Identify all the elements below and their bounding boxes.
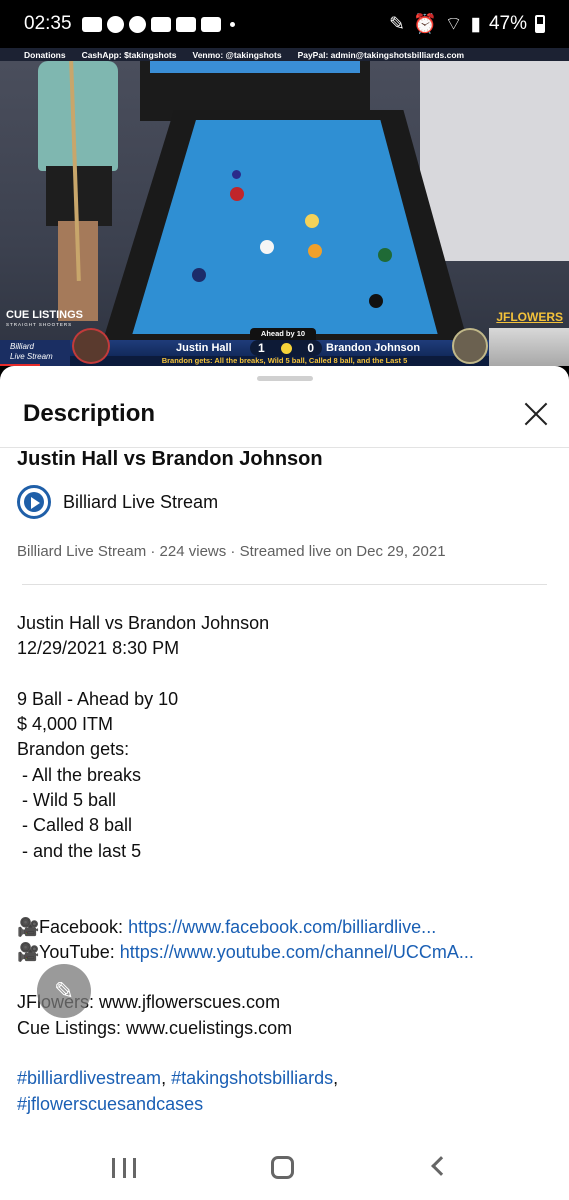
channel-avatar[interactable] (17, 485, 51, 519)
video-player[interactable]: Donations CashApp: $takingshots Venmo: @… (0, 48, 569, 366)
billiard-live-stream-logo: Billiard Live Stream (0, 340, 70, 366)
youtube-link[interactable]: https://www.youtube.com/channel/UCCmA... (120, 942, 474, 962)
taking-shots-logo (489, 328, 569, 366)
navigation-bar (0, 1134, 569, 1200)
divider (22, 584, 547, 585)
video-wall (420, 61, 569, 261)
scoreboard: Ahead by 10 Justin Hall 1 0 Brandon John… (0, 328, 569, 366)
jflowers-logo: JFLOWERS (496, 310, 563, 324)
pool-ball (230, 187, 244, 201)
pool-ball (308, 244, 322, 258)
player-left-name: Justin Hall (176, 342, 232, 354)
pool-ball (369, 294, 383, 308)
background-table-felt (150, 61, 360, 73)
edit-floating-button[interactable]: ✎ (37, 964, 91, 1018)
alarm-icon: ⏰ (412, 14, 437, 35)
drag-handle[interactable] (257, 376, 313, 381)
player-right-name: Brandon Johnson (326, 342, 421, 354)
youtube-icon (81, 16, 102, 32)
system-status: ✎ ⏰ ⌔ ▮ 47% (389, 12, 545, 36)
description-text: Justin Hall vs Brandon Johnson 12/29/202… (17, 611, 557, 1117)
cue-ball (260, 240, 274, 254)
score-left: 1 (257, 341, 265, 355)
wifi-icon: ⌔ (444, 14, 463, 35)
pool-ball (378, 248, 392, 262)
nine-ball-icon (280, 342, 292, 354)
score-right: 0 (307, 341, 315, 355)
back-button[interactable] (431, 1156, 451, 1176)
hashtag-link[interactable]: #takingshotsbilliards (171, 1068, 333, 1088)
channel-row[interactable]: Billiard Live Stream (17, 484, 218, 520)
pencil-icon: ✎ (53, 977, 75, 1005)
video-camera-icon: 🎥 (17, 941, 40, 962)
notification-icons (81, 15, 235, 33)
dot-icon (229, 21, 235, 27)
video-meta: Billiard Live Stream · 224 views · Strea… (17, 543, 446, 560)
home-button[interactable] (271, 1156, 294, 1179)
hashtag-link[interactable]: #jflowerscuesandcases (17, 1094, 203, 1114)
close-button[interactable] (518, 396, 554, 432)
video-camera-icon: 🎥 (17, 916, 40, 937)
video-title: Justin Hall vs Brandon Johnson (17, 448, 323, 470)
youtube-row: 🎥YouTube: https://www.youtube.com/channe… (17, 940, 557, 965)
sheet-header: Description (0, 386, 569, 448)
facebook-link[interactable]: https://www.facebook.com/billiardlive... (128, 917, 436, 937)
facebook-icon (128, 15, 146, 33)
hashtags-row: #billiardlivestream, #takingshotsbilliar… (17, 1068, 339, 1089)
player-figure (18, 60, 128, 331)
hashtags-row: #jflowerscuesandcases (17, 1092, 557, 1117)
jflowers-line: JFlowers: www.jflowerscues.com (17, 992, 281, 1013)
pool-ball (305, 214, 319, 228)
pencil-icon: ✎ (389, 13, 405, 35)
youtube-icon (150, 16, 171, 32)
pool-ball (192, 268, 206, 282)
battery-percent: 47% (488, 13, 527, 34)
cue-listings-line: Cue Listings: www.cuelistings.com (17, 1017, 293, 1038)
score-box: 1 0 (250, 340, 322, 356)
scoreboard-header: Ahead by 10 (250, 328, 316, 340)
signal-icon: ▮ (470, 13, 481, 35)
status-time: 02:35 (24, 13, 72, 34)
youtube-icon (200, 16, 221, 32)
player-right-avatar (452, 328, 488, 364)
donation-banner: Donations CashApp: $takingshots Venmo: @… (0, 48, 569, 61)
pool-ball (232, 170, 241, 179)
status-bar: 02:35 ✎ ⏰ ⌔ ▮ 47% (0, 0, 569, 48)
cue-listings-logo: CUE LISTINGS STRAIGHT SHOOTERS (6, 309, 84, 327)
recent-apps-button[interactable] (112, 1158, 136, 1178)
player-left-avatar (72, 328, 110, 364)
facebook-icon (106, 15, 124, 33)
facebook-row: 🎥Facebook: https://www.facebook.com/bill… (17, 915, 557, 940)
sheet-title: Description (23, 400, 156, 427)
youtube-icon (175, 16, 196, 32)
channel-name[interactable]: Billiard Live Stream (63, 492, 218, 513)
battery-icon (535, 15, 545, 33)
hashtag-link[interactable]: #billiardlivestream (17, 1068, 161, 1088)
description-sheet: Description Justin Hall vs Brandon Johns… (0, 366, 569, 1200)
